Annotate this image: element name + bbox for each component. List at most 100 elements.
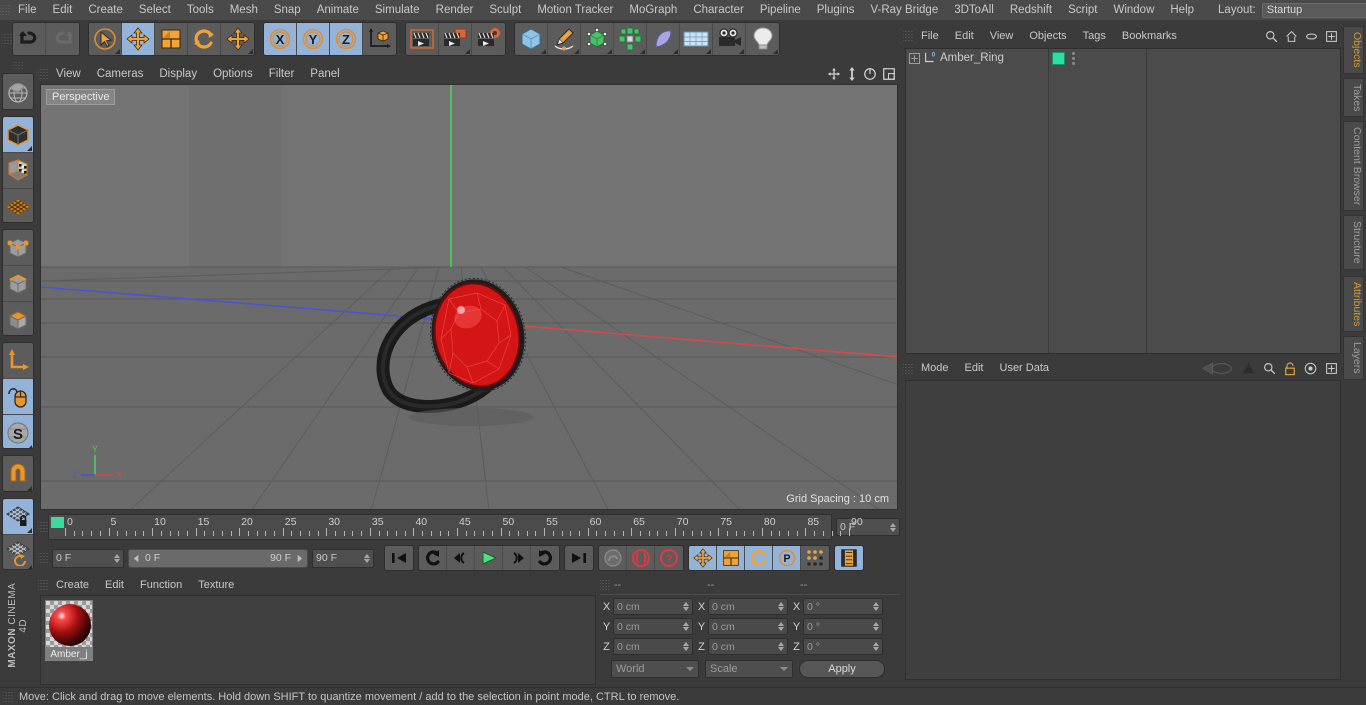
undo-button[interactable] [13,23,46,55]
viewport-menu-options[interactable]: Options [205,65,261,84]
range-left-arrow-icon[interactable] [132,554,141,563]
rotation-key-button[interactable] [745,546,773,570]
go-to-end-button[interactable] [565,546,593,570]
menu-motion-tracker[interactable]: Motion Tracker [529,1,621,20]
arrow-up-icon[interactable] [1242,362,1255,375]
add-light-button[interactable] [746,23,779,55]
menu-help[interactable]: Help [1162,1,1202,20]
polygons-mode-button[interactable] [3,302,33,336]
dock-tab-layers[interactable]: Layers [1343,336,1364,380]
home-icon[interactable] [1285,30,1298,43]
add-deformer-button[interactable] [647,23,680,55]
model-mode-button[interactable] [3,117,33,154]
spinner-icon[interactable] [873,602,879,611]
go-to-previous-frame-button[interactable] [447,546,475,570]
dock-tab-attributes[interactable]: Attributes [1343,275,1364,333]
object-row-amber-ring[interactable]: 0 Amber_Ring [906,49,1048,67]
autokeying-button[interactable] [627,546,655,570]
spinner-icon[interactable] [873,642,879,651]
menu-vray-bridge[interactable]: V-Ray Bridge [862,1,946,20]
scale-tool[interactable] [155,23,188,55]
lock-z-axis-button[interactable]: Z [330,23,363,55]
timeline-playhead[interactable] [51,517,64,528]
spinner-icon[interactable] [683,622,689,631]
move-alt-tool[interactable] [221,23,254,55]
menu-create[interactable]: Create [80,1,131,20]
object-menu-tags[interactable]: Tags [1075,27,1114,46]
lock-y-axis-button[interactable]: Y [297,23,330,55]
parameter-key-button[interactable]: P [773,546,801,570]
timeline-gripper[interactable] [38,520,48,534]
dock-tab-content-browser[interactable]: Content Browser [1343,121,1364,212]
add-floor-button[interactable] [680,23,713,55]
size-mode-dropdown[interactable]: Scale [705,660,793,678]
viewport-menu-panel[interactable]: Panel [302,65,347,84]
record-active-objects-button[interactable] [599,546,627,570]
menu-animate[interactable]: Animate [309,1,367,20]
viewport-gripper[interactable] [38,67,48,81]
add-cube-button[interactable] [515,23,548,55]
menu-script[interactable]: Script [1060,1,1105,20]
rotation-x-field[interactable]: 0 ° [803,598,883,615]
timeline-current-frame-field[interactable]: 0 F [836,518,900,536]
size-y-field[interactable]: 0 cm [708,618,788,635]
current-frame-field[interactable]: 0 F [52,548,124,568]
spinner-icon[interactable] [683,602,689,611]
spinner-icon[interactable] [114,553,120,563]
lock-icon[interactable] [1284,361,1296,376]
search-icon[interactable] [1265,30,1278,43]
preview-range-slider[interactable]: 0 F 90 F [128,548,308,568]
planar-workplane-button[interactable] [3,535,33,570]
material-thumbnail[interactable] [45,600,93,648]
end-frame-field[interactable]: 90 F [312,548,374,568]
points-mode-button[interactable] [3,230,33,267]
expand-icon[interactable] [1325,362,1338,375]
object-menu-bookmarks[interactable]: Bookmarks [1114,27,1185,46]
size-z-field[interactable]: 0 cm [708,638,788,655]
rotate-icon[interactable] [863,67,877,81]
material-menu-texture[interactable]: Texture [190,576,242,595]
menu-character[interactable]: Character [685,1,752,20]
render-region-button[interactable] [439,23,472,55]
keyframe-selection-button[interactable]: ? [655,546,683,570]
menu-mograph[interactable]: MoGraph [621,1,685,20]
menu-snap[interactable]: Snap [266,1,309,20]
position-y-field[interactable]: 0 cm [613,618,693,635]
search-icon[interactable] [1263,362,1276,375]
expand-icon[interactable] [1325,30,1338,43]
menu-tools[interactable]: Tools [179,1,222,20]
menu-render[interactable]: Render [428,1,482,20]
spinner-icon[interactable] [778,642,784,651]
spinner-icon[interactable] [778,622,784,631]
menu-sculpt[interactable]: Sculpt [481,1,529,20]
go-to-previous-key-button[interactable] [419,546,447,570]
object-manager-gripper[interactable] [903,29,913,43]
attribute-menu-mode[interactable]: Mode [913,359,957,378]
material-menu-create[interactable]: Create [48,576,97,595]
spinner-icon[interactable] [890,522,896,532]
dock-tab-takes[interactable]: Takes [1343,77,1364,118]
texture-mode-button[interactable] [3,153,33,190]
menu-redshift[interactable]: Redshift [1002,1,1060,20]
play-button[interactable] [475,546,503,570]
rotation-y-field[interactable]: 0 ° [803,618,883,635]
menu-select[interactable]: Select [131,1,179,20]
viewport-menu-filter[interactable]: Filter [261,65,303,84]
spinner-icon[interactable] [873,622,879,631]
live-selection-tool[interactable] [89,23,122,55]
target-icon[interactable] [1304,362,1317,375]
menu-mesh[interactable]: Mesh [222,1,266,20]
object-tree[interactable]: 0 Amber_Ring [905,48,1341,354]
material-list[interactable]: Amber_j [40,595,596,685]
add-array-button[interactable] [614,23,647,55]
object-menu-view[interactable]: View [982,27,1022,46]
uv-mesh-mode-button[interactable] [3,189,33,223]
tag-dots-icon[interactable] [1072,51,1075,65]
menu-simulate[interactable]: Simulate [367,1,428,20]
attribute-menu-user-data[interactable]: User Data [992,359,1058,378]
material-menu-edit[interactable]: Edit [97,576,132,595]
scale-key-button[interactable] [717,546,745,570]
lock-workplane-button[interactable] [3,499,33,536]
pan-icon[interactable] [827,67,841,81]
coordinates-gripper[interactable] [600,577,610,592]
